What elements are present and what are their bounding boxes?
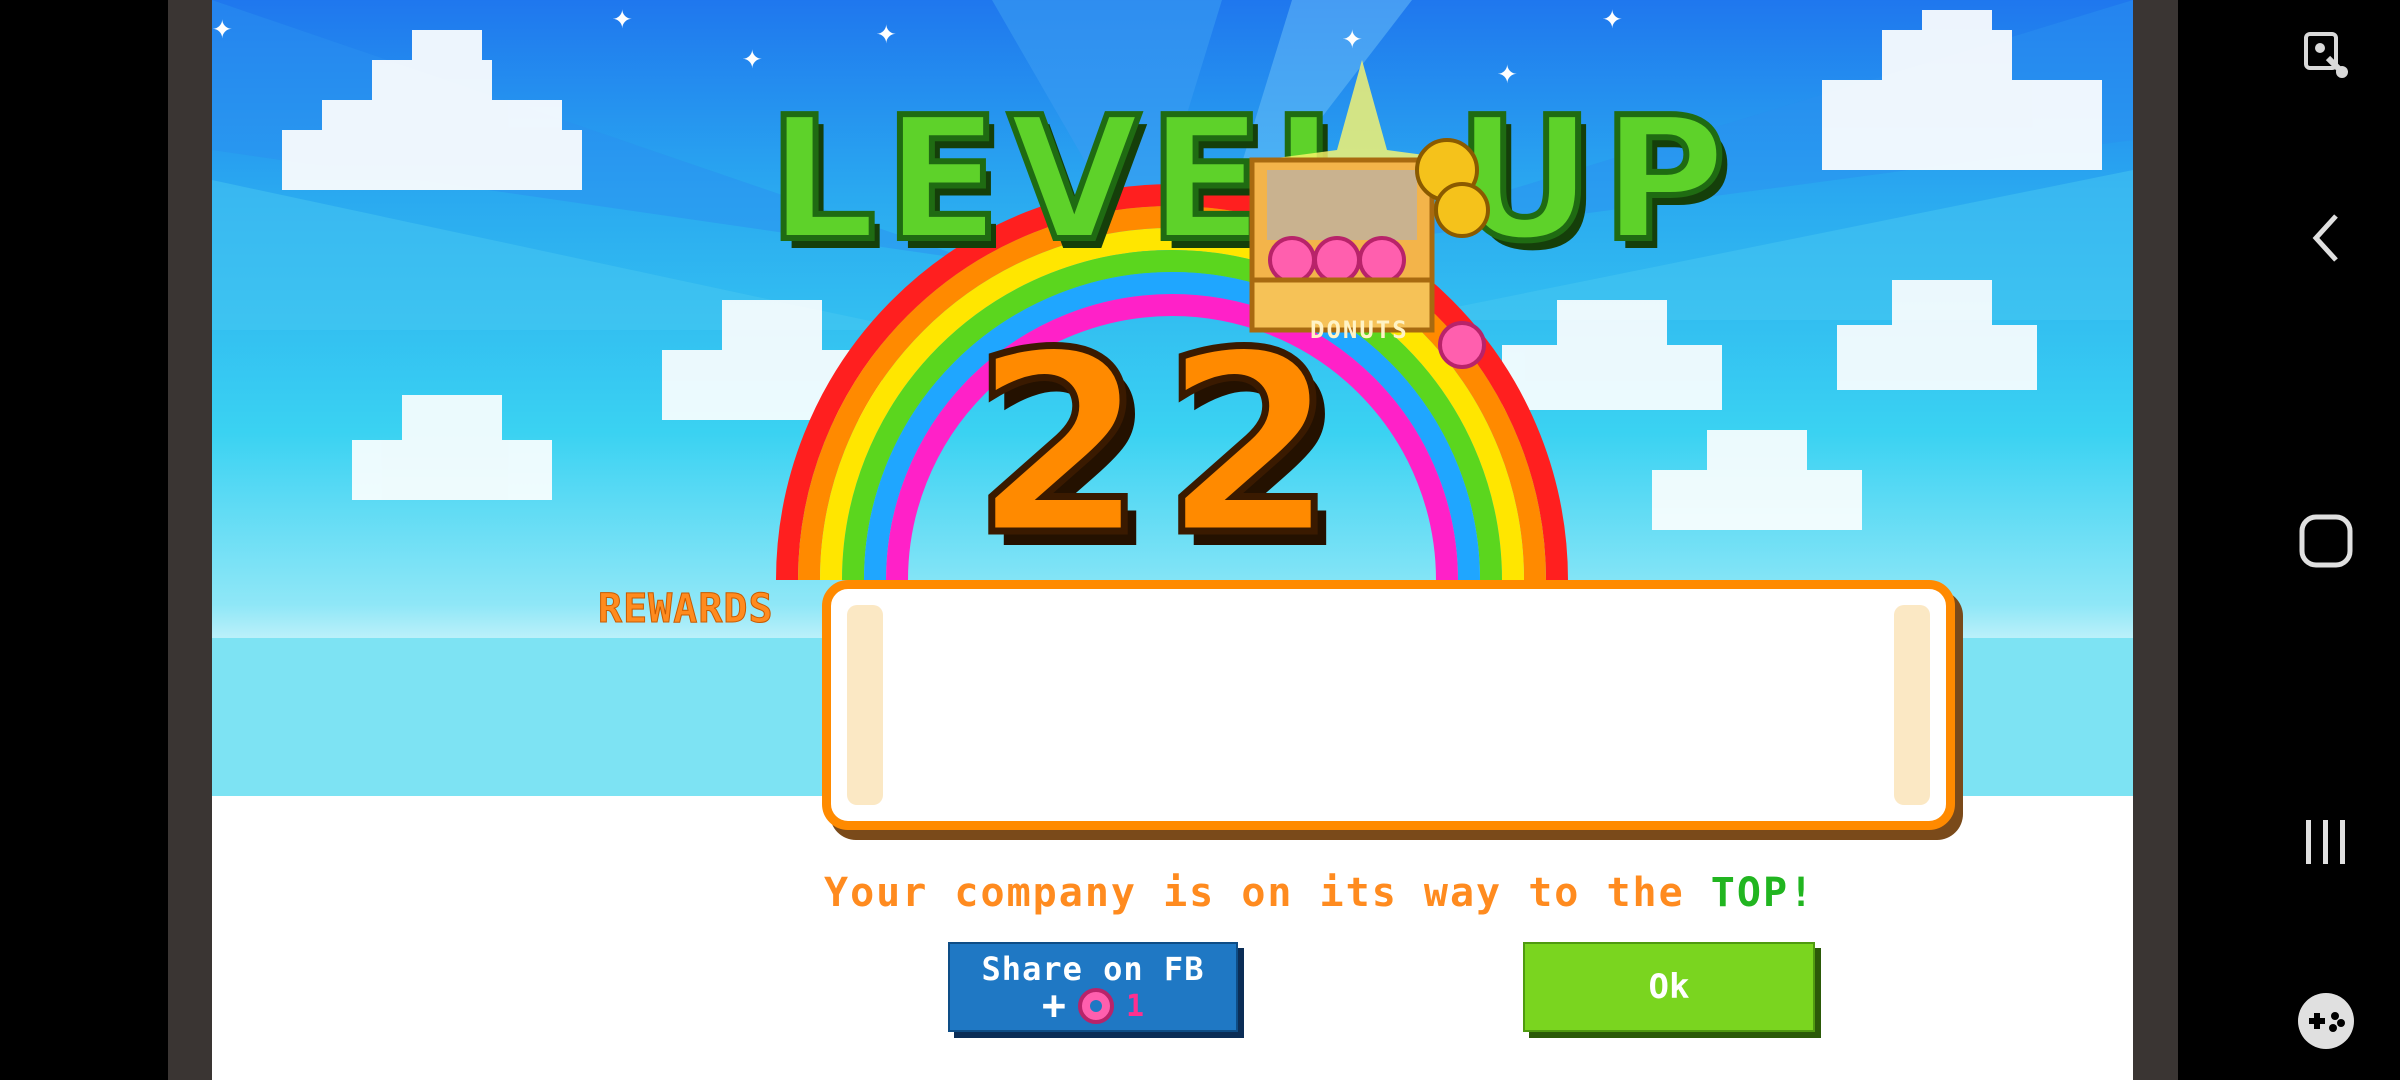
ground	[212, 796, 2133, 1080]
share-on-fb-button[interactable]: Share on FB + 1	[948, 942, 1238, 1032]
plus-icon: +	[1041, 983, 1067, 1029]
accessibility-icon[interactable]	[2290, 20, 2362, 92]
system-navigation-bar	[2178, 0, 2400, 1080]
share-reward-count: 1	[1126, 988, 1145, 1024]
back-icon[interactable]	[2290, 202, 2362, 274]
level-number: 22	[969, 299, 1352, 590]
sparkle-icon: ✦	[1602, 0, 1623, 37]
sparkle-icon: ✦	[1342, 17, 1363, 57]
game-screen: ✦ ✦ ✦ ✦ ✦ ✦ ✦ LEVEL UP DONUTS 22 REWARDS…	[212, 0, 2133, 1080]
message-highlight: TOP!	[1710, 870, 1816, 916]
level-up-message: Your company is on its way to the TOP!	[824, 870, 1815, 916]
cloud	[1822, 10, 2102, 170]
sparkle-icon: ✦	[742, 37, 763, 77]
rewards-label: REWARDS	[598, 586, 774, 633]
letterbox-right	[2133, 0, 2178, 1080]
sparkle-icon: ✦	[876, 12, 897, 52]
cloud	[352, 395, 552, 500]
share-reward: + 1	[950, 986, 1236, 1026]
screen-bezel-left	[0, 0, 168, 1080]
letterbox-left	[168, 0, 212, 1080]
game-launcher-icon[interactable]	[2290, 985, 2362, 1057]
cloud	[1652, 430, 1862, 530]
cloud	[282, 30, 582, 190]
recents-icon[interactable]	[2290, 806, 2362, 878]
home-icon[interactable]	[2290, 505, 2362, 577]
donut-icon	[1078, 988, 1115, 1024]
cloud	[1837, 280, 2037, 390]
sparkle-icon: ✦	[612, 0, 633, 37]
rewards-panel	[822, 580, 1955, 830]
ok-button-label: Ok	[1648, 967, 1690, 1007]
share-button-label: Share on FB	[981, 950, 1205, 988]
sparkle-icon: ✦	[212, 7, 233, 47]
rewards-panel-edge	[847, 605, 883, 805]
rewards-panel-edge	[1894, 605, 1930, 805]
ok-button[interactable]: Ok	[1523, 942, 1815, 1032]
message-text: Your company is on its way to the	[824, 870, 1711, 916]
